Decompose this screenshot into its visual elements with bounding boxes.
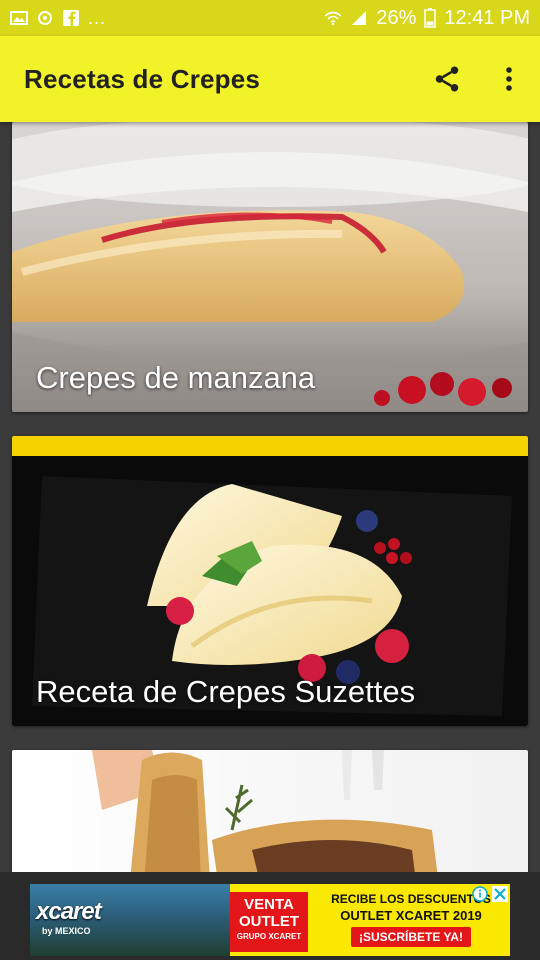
ad-venta-line2: OUTLET bbox=[239, 913, 299, 930]
facebook-icon bbox=[63, 10, 79, 26]
recipe-title: Crepes de manzana bbox=[36, 360, 316, 395]
ad-line2: OUTLET XCARET 2019 bbox=[340, 908, 482, 923]
status-notifications: ... bbox=[10, 8, 106, 29]
recipe-card[interactable]: Crepes de manzana bbox=[12, 122, 528, 412]
more-vert-icon bbox=[506, 67, 512, 91]
ad-close-icon[interactable] bbox=[492, 886, 508, 902]
status-system: 26% 12:41 PM bbox=[324, 7, 530, 30]
recipe-card[interactable] bbox=[12, 750, 528, 872]
ad-info-icon[interactable] bbox=[472, 886, 488, 902]
ad-brand: xcaret bbox=[36, 898, 102, 925]
ad-banner[interactable]: xcaret by MEXICO VENTA OUTLET GRUPO XCAR… bbox=[30, 884, 510, 956]
wifi-icon bbox=[324, 11, 342, 26]
signal-icon bbox=[352, 11, 367, 25]
ad-cta-button[interactable]: ¡SUSCRÍBETE YA! bbox=[350, 927, 472, 947]
share-button[interactable] bbox=[416, 48, 478, 110]
sync-icon bbox=[38, 11, 52, 25]
app-bar: Recetas de Crepes bbox=[0, 36, 540, 122]
status-bar: ... 26% 12:41 PM bbox=[0, 0, 540, 36]
clock: 12:41 PM bbox=[444, 6, 530, 29]
battery-icon bbox=[424, 8, 437, 28]
share-icon bbox=[435, 66, 459, 92]
recipe-image bbox=[12, 750, 528, 872]
recipe-card[interactable]: Receta de Crepes Suzettes bbox=[12, 436, 528, 726]
ad-brand-sub: by MEXICO bbox=[42, 926, 91, 936]
more-options-button[interactable] bbox=[478, 48, 540, 110]
ad-venta-line1: VENTA bbox=[244, 896, 294, 913]
page-title: Recetas de Crepes bbox=[24, 63, 261, 94]
ad-area: xcaret by MEXICO VENTA OUTLET GRUPO XCAR… bbox=[0, 872, 540, 960]
ad-venta-line3: GRUPO XCARET bbox=[236, 932, 302, 941]
image-icon bbox=[10, 11, 28, 25]
ad-brand-image: xcaret by MEXICO bbox=[30, 884, 230, 956]
recipe-title: Receta de Crepes Suzettes bbox=[36, 674, 416, 709]
recipe-list[interactable]: Crepes de manzana Receta de Crepes Suzet… bbox=[0, 122, 540, 872]
status-overflow: ... bbox=[88, 7, 107, 28]
app-actions bbox=[416, 36, 540, 122]
battery-percent: 26% bbox=[376, 6, 417, 29]
ad-venta-badge: VENTA OUTLET GRUPO XCARET bbox=[230, 892, 308, 952]
